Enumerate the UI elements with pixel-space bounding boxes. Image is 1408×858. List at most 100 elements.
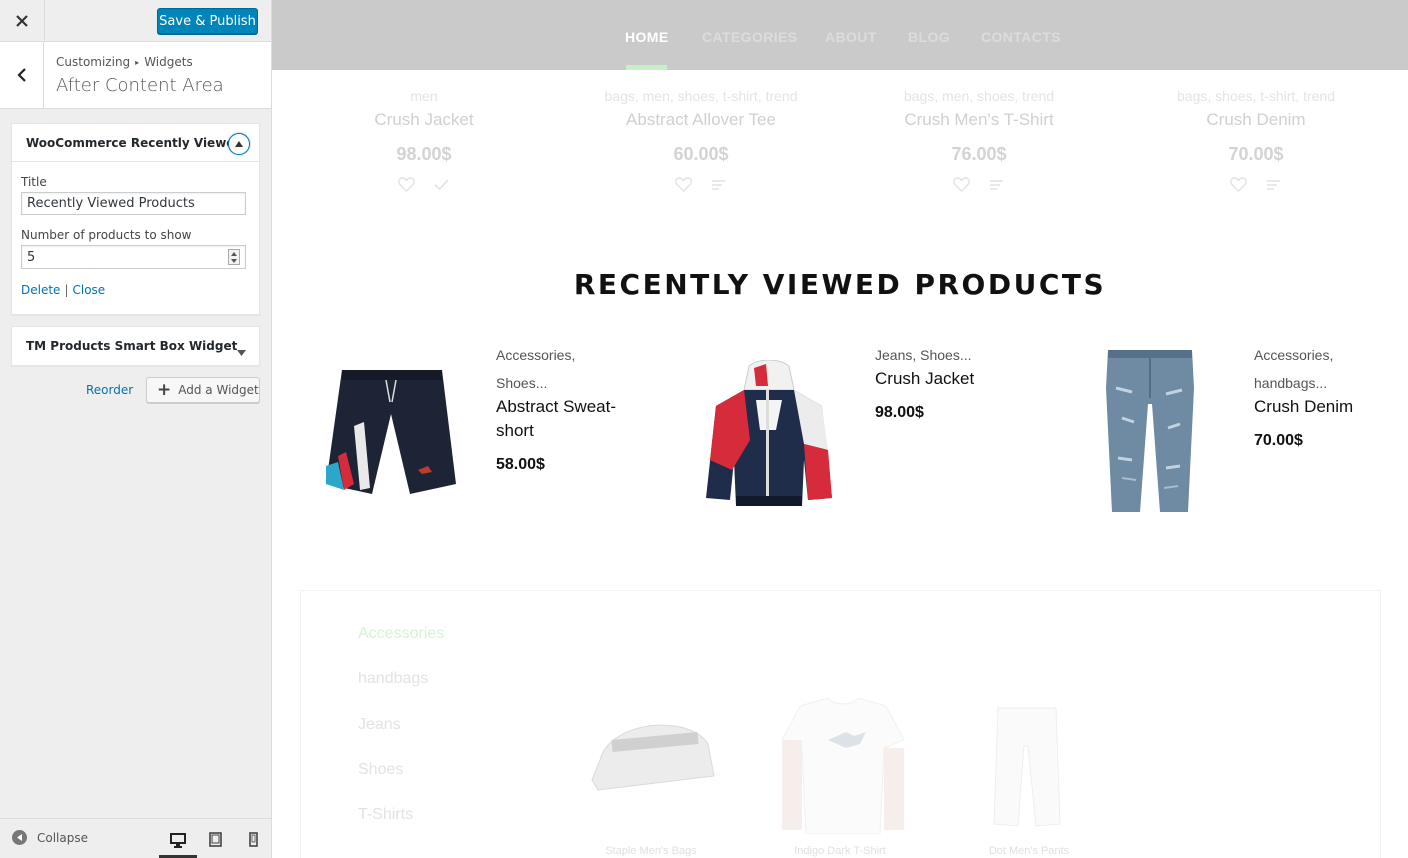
compare-icon[interactable] (710, 177, 727, 192)
product-category-line[interactable]: Jeans, Shoes... (875, 341, 972, 369)
product-name[interactable]: Crush Jacket (294, 110, 554, 130)
thumbnail-caption[interactable]: Indigo Dark T-Shirt (750, 845, 930, 857)
back-button[interactable] (0, 42, 44, 108)
desktop-icon (170, 832, 186, 848)
actions-divider: | (64, 283, 69, 297)
widget-form: Title Number of products to show 5 Delet… (12, 162, 259, 307)
pants-thumbnail[interactable] (990, 706, 1064, 828)
featured-product: men Crush Jacket 98.00$ (294, 88, 554, 192)
compare-icon[interactable] (988, 177, 1005, 192)
close-icon (16, 15, 28, 27)
recently-viewed-heading: RECENTLY VIEWED PRODUCTS (573, 268, 1107, 301)
desktop-preview-button[interactable] (159, 825, 197, 858)
category-shoes[interactable]: Shoes (358, 761, 403, 779)
nav-active-indicator (626, 65, 667, 70)
product-tags: men (410, 88, 438, 104)
product-price: 70.00$ (1228, 144, 1284, 164)
add-widget-label: Add a Widget (178, 383, 259, 397)
widget-header[interactable]: WooCommerce Recently Viewe... (12, 124, 259, 162)
breadcrumb: Customizing ▸ Widgets (56, 55, 193, 69)
nav-blog[interactable]: BLOG (908, 29, 950, 45)
mobile-preview-button[interactable] (242, 828, 264, 850)
count-value: 5 (27, 250, 36, 265)
product-price: 70.00$ (1254, 432, 1303, 449)
product-price: 60.00$ (673, 144, 729, 164)
nav-categories[interactable]: CATEGORIES (702, 29, 798, 45)
featured-product: bags, men, shoes, trend Crush Men's T-Sh… (849, 88, 1109, 192)
crush-jacket-image[interactable] (704, 360, 834, 508)
product-name[interactable]: Crush Men's T-Shirt (849, 110, 1109, 130)
main-nav: HOME CATEGORIES ABOUT BLOG CONTACTS (272, 0, 1408, 70)
close-customizer-button[interactable] (0, 0, 45, 42)
caret-down-icon (237, 350, 246, 356)
product-category-line[interactable]: Accessories, (496, 341, 575, 369)
nav-about[interactable]: ABOUT (825, 29, 877, 45)
product-name[interactable]: Crush Jacket (875, 367, 974, 391)
category-jeans[interactable]: Jeans (358, 716, 401, 734)
section-title: After Content Area (56, 75, 224, 96)
thumbnail-caption[interactable]: Staple Men's Bags (561, 845, 741, 857)
product-tags: bags, men, shoes, trend (903, 88, 1055, 104)
site-preview: HOME CATEGORIES ABOUT BLOG CONTACTS men … (272, 0, 1408, 858)
category-accessories[interactable]: Accessories (358, 625, 444, 643)
wishlist-heart-icon[interactable] (953, 177, 970, 192)
product-name[interactable]: Abstract Allover Tee (571, 110, 831, 130)
title-input[interactable] (21, 192, 246, 215)
thumbnail-caption[interactable]: Dot Men's Pants (939, 845, 1119, 857)
nav-contacts[interactable]: CONTACTS (981, 29, 1061, 45)
close-link[interactable]: Close (72, 283, 105, 297)
product-category-line[interactable]: Shoes... (496, 369, 575, 397)
add-widget-button[interactable]: + Add a Widget (146, 377, 260, 403)
save-publish-button[interactable]: Save & Publish (157, 8, 258, 34)
product-name[interactable]: Abstract Sweat-short (496, 395, 626, 443)
wishlist-heart-icon[interactable] (675, 177, 692, 192)
customizer-footer: Collapse (0, 818, 271, 858)
mobile-icon (248, 831, 258, 847)
spin-down-icon (231, 258, 237, 263)
reorder-link[interactable]: Reorder (86, 383, 133, 397)
count-spinner[interactable] (228, 249, 240, 265)
product-category-line[interactable]: handbags... (1254, 369, 1333, 397)
breadcrumb-root: Customizing (56, 55, 131, 69)
widget-products-smart-box[interactable]: TM Products Smart Box Widget (11, 326, 260, 366)
compare-icon[interactable] (1265, 177, 1282, 192)
collapse-button[interactable]: Collapse (12, 830, 88, 845)
product-price: 98.00$ (396, 144, 452, 164)
widget-title: TM Products Smart Box Widget (26, 339, 238, 353)
category-handbags[interactable]: handbags (358, 670, 428, 688)
wishlist-heart-icon[interactable] (398, 177, 415, 192)
tshirt-thumbnail[interactable] (780, 696, 906, 834)
product-price: 98.00$ (875, 404, 924, 421)
delete-link[interactable]: Delete (21, 283, 60, 297)
collapse-label: Collapse (37, 830, 88, 845)
product-name[interactable]: Crush Denim (1254, 395, 1353, 419)
product-name[interactable]: Crush Denim (1126, 110, 1386, 130)
breadcrumb-parent: Widgets (144, 55, 193, 69)
plus-icon: + (157, 379, 172, 400)
crush-denim-image[interactable] (1102, 348, 1198, 516)
product-categories: Accessories, Shoes... (496, 341, 575, 397)
widget-toggle-button[interactable] (228, 133, 250, 155)
product-price: 58.00$ (496, 456, 545, 473)
nav-home[interactable]: HOME (625, 29, 669, 45)
check-icon[interactable] (433, 177, 450, 192)
count-label: Number of products to show (21, 228, 192, 242)
widget-expand-button[interactable] (237, 343, 246, 361)
product-tags: bags, men, shoes, t-shirt, trend (604, 88, 798, 104)
category-tshirts[interactable]: T-Shirts (358, 806, 413, 824)
breadcrumb-separator-icon: ▸ (135, 58, 140, 67)
bag-thumbnail[interactable] (590, 710, 718, 792)
customizer-header: Save & Publish (0, 0, 271, 42)
tablet-preview-button[interactable] (204, 828, 226, 850)
product-categories: Jeans, Shoes... (875, 341, 972, 369)
count-input[interactable]: 5 (21, 245, 246, 269)
wishlist-heart-icon[interactable] (1230, 177, 1247, 192)
title-label: Title (21, 175, 47, 189)
sweat-short-image[interactable] (324, 366, 458, 496)
section-header: Customizing ▸ Widgets After Content Area (0, 42, 271, 109)
customizer-sidebar: Save & Publish Customizing ▸ Widgets After… (0, 0, 272, 858)
product-category-line[interactable]: Accessories, (1254, 341, 1333, 369)
widget-title: WooCommerce Recently Viewe... (26, 136, 249, 150)
widget-recently-viewed: WooCommerce Recently Viewe... Title Numb… (11, 123, 260, 315)
product-tags: bags, shoes, t-shirt, trend (1177, 88, 1335, 104)
